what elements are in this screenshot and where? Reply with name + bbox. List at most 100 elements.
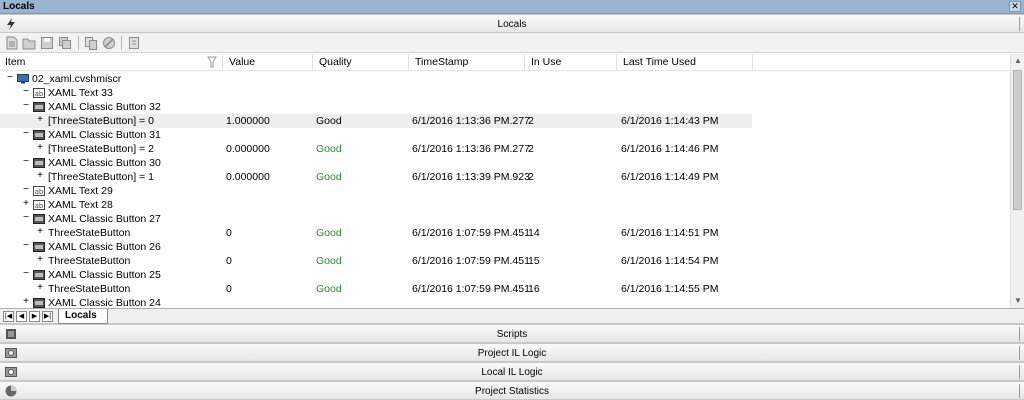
tree-row[interactable]: + ThreeStateButton 0 Good 6/1/2016 1:07:59 P… [0,282,1010,296]
panel-project-il-logic[interactable]: Project IL Logic [0,343,1024,362]
cell-value: 0 [226,227,232,239]
prev-tab-icon[interactable]: ◀ [16,311,27,322]
expand-icon[interactable]: + [22,296,30,307]
cell-quality: Good [316,283,342,295]
cell-value: 1.000000 [226,115,270,127]
button-icon [33,214,45,224]
save-all-icon[interactable] [58,36,72,50]
tree-row[interactable]: − ab XAML Text 33 [0,86,1010,100]
button-icon [33,158,45,168]
expand-icon[interactable]: + [22,198,30,209]
tree-row[interactable]: − XAML Classic Button 26 [0,240,1010,254]
locals-tree-grid: −02_xaml.cvshmiscr − ab XAML Text 33− XAML C… [0,72,1010,308]
scroll-down-icon[interactable]: ▼ [1011,294,1024,308]
last-tab-icon[interactable]: ▶| [42,311,53,322]
tree-row[interactable]: + [ThreeStateButton] = 0 1.000000 Good 6/1/2… [0,114,1010,128]
cell-quality: Good [316,227,342,239]
tree-row[interactable]: − ab XAML Text 29 [0,184,1010,198]
tree-row[interactable]: − XAML Classic Button 25 [0,268,1010,282]
cell-last-time-used: 6/1/2016 1:14:49 PM [621,171,719,183]
column-value[interactable]: Value [229,56,255,68]
disable-icon[interactable] [102,36,116,50]
collapse-icon[interactable]: − [22,86,30,97]
tree-row[interactable]: − XAML Classic Button 32 [0,100,1010,114]
column-quality[interactable]: Quality [319,56,352,68]
tree-row[interactable]: + [ThreeStateButton] = 1 0.000000 Good 6/1/2… [0,170,1010,184]
cell-quality: Good [316,115,342,127]
tree-row[interactable]: + ab XAML Text 28 [0,198,1010,212]
svg-text:ab: ab [35,90,44,98]
tree-row[interactable]: + ThreeStateButton 0 Good 6/1/2016 1:07:59 P… [0,226,1010,240]
tab-locals[interactable]: Locals [58,309,108,324]
cell-timestamp: 6/1/2016 1:13:39 PM.923 [412,171,530,183]
column-in-use[interactable]: In Use [531,56,561,68]
collapse-icon[interactable]: − [22,128,30,139]
cell-in-use: 2 [528,171,534,183]
panel-local-il-logic-label: Local IL Logic [481,367,543,378]
collapse-icon[interactable]: − [22,156,30,167]
tree-row[interactable]: − XAML Classic Button 30 [0,156,1010,170]
tree-row[interactable]: − 02_xaml.cvshmiscr [0,72,1010,86]
cell-item: ThreeStateButton [48,255,131,267]
clear-icon[interactable] [127,36,141,50]
locals-panel-bar[interactable]: Locals [0,14,1024,33]
expand-icon[interactable]: + [36,114,44,125]
collapse-icon[interactable]: − [22,184,30,195]
first-tab-icon[interactable]: |◀ [3,311,14,322]
expand-icon[interactable]: + [36,282,44,293]
cell-in-use: 2 [528,115,534,127]
expand-icon[interactable]: + [36,170,44,181]
collapse-icon[interactable]: − [22,100,30,111]
cell-value: 0 [226,283,232,295]
filter-icon[interactable] [207,56,217,68]
vertical-scrollbar[interactable]: ▲ ▼ [1010,54,1024,308]
cell-item: [ThreeStateButton] = 1 [48,171,154,183]
scroll-thumb[interactable] [1013,70,1022,210]
collapse-icon[interactable]: − [6,72,14,83]
cell-item: ThreeStateButton [48,227,131,239]
cell-item: XAML Classic Button 25 [48,269,161,281]
cell-value: 0 [226,255,232,267]
close-button[interactable]: ✕ [1009,1,1021,12]
copy-icon[interactable] [84,36,98,50]
panel-scripts[interactable]: Scripts [0,324,1024,343]
collapse-icon[interactable]: − [22,268,30,279]
cell-item: XAML Text 33 [48,87,113,99]
column-item[interactable]: Item [5,56,25,68]
tree-row[interactable]: − XAML Classic Button 27 [0,212,1010,226]
toolbar [0,33,1024,53]
cell-quality: Good [316,255,342,267]
column-timestamp[interactable]: TimeStamp [415,56,468,68]
tree-row[interactable]: + XAML Classic Button 24 [0,296,1010,308]
open-icon[interactable] [22,36,36,50]
ab-icon: ab [33,88,45,98]
save-icon[interactable] [40,36,54,50]
cell-item: XAML Text 28 [48,199,113,211]
cell-item: 02_xaml.cvshmiscr [32,73,122,85]
expand-icon[interactable]: + [36,254,44,265]
window-title-bar: Locals ✕ [0,0,1024,14]
cell-value: 0.000000 [226,143,270,155]
tree-row[interactable]: + [ThreeStateButton] = 2 0.000000 Good 6/1/2… [0,142,1010,156]
tree-row[interactable]: + ThreeStateButton 0 Good 6/1/2016 1:07:59 P… [0,254,1010,268]
new-icon[interactable] [5,36,19,50]
expand-icon[interactable]: + [36,142,44,153]
cell-item: [ThreeStateButton] = 2 [48,143,154,155]
svg-text:ab: ab [35,202,44,210]
window-title: Locals [3,1,35,12]
cell-timestamp: 6/1/2016 1:13:36 PM.277 [412,143,530,155]
expand-icon[interactable]: + [36,226,44,237]
collapse-icon[interactable]: − [22,240,30,251]
panel-local-il-logic[interactable]: Local IL Logic [0,362,1024,381]
cell-last-time-used: 6/1/2016 1:14:46 PM [621,143,719,155]
tree-row[interactable]: − XAML Classic Button 31 [0,128,1010,142]
cell-item: XAML Classic Button 24 [48,297,161,308]
button-icon [33,298,45,308]
panel-project-statistics[interactable]: Project Statistics [0,381,1024,400]
next-tab-icon[interactable]: ▶ [29,311,40,322]
cell-item: ThreeStateButton [48,283,131,295]
button-icon [33,270,45,280]
collapse-icon[interactable]: − [22,212,30,223]
scroll-up-icon[interactable]: ▲ [1011,54,1024,68]
column-last-time-used[interactable]: Last Time Used [623,56,696,68]
